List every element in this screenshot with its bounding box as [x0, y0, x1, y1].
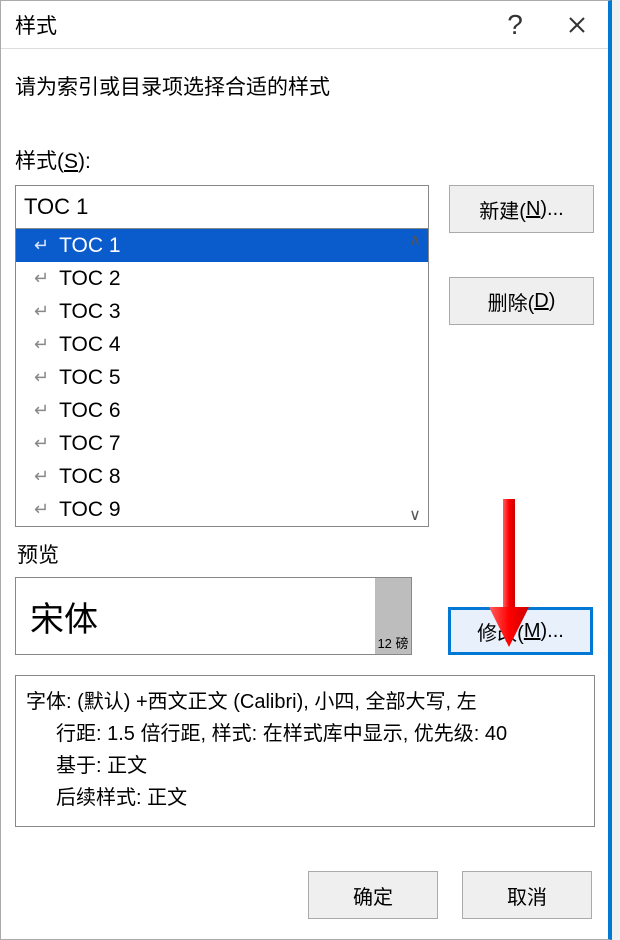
paragraph-icon: ↵ [34, 235, 49, 256]
list-item-label: TOC 3 [59, 300, 120, 324]
paragraph-icon: ↵ [34, 334, 49, 355]
paragraph-icon: ↵ [34, 367, 49, 388]
cancel-button[interactable]: 取消 [462, 871, 592, 919]
paragraph-icon: ↵ [34, 466, 49, 487]
desc-line-4: 后续样式: 正文 [26, 782, 580, 814]
modify-button[interactable]: 修改(M)... [448, 607, 593, 655]
list-item-label: TOC 5 [59, 366, 120, 390]
list-item-label: TOC 2 [59, 267, 120, 291]
paragraph-icon: ↵ [34, 400, 49, 421]
desc-line-1: 字体: (默认) +西文正文 (Calibri), 小四, 全部大写, 左 [26, 686, 580, 718]
styles-label: 样式(S): [15, 145, 594, 175]
preview-size-badge: 12 磅 [375, 578, 411, 654]
style-name-input[interactable] [15, 185, 429, 229]
style-dialog: 样式 ? 请为索引或目录项选择合适的样式 样式(S): ∧ ∨ ↵ TOC 1 ↵ T… [0, 0, 612, 940]
list-item[interactable]: ↵ TOC 1 [16, 229, 428, 262]
list-item-label: TOC 6 [59, 399, 120, 423]
new-button[interactable]: 新建(N)... [449, 185, 594, 233]
list-item-label: TOC 4 [59, 333, 120, 357]
list-item-label: TOC 8 [59, 465, 120, 489]
scroll-up-icon[interactable]: ∧ [402, 229, 428, 251]
desc-line-2: 行距: 1.5 倍行距, 样式: 在样式库中显示, 优先级: 40 [26, 718, 580, 750]
list-item[interactable]: ↵ TOC 6 [16, 394, 428, 427]
close-icon [568, 16, 586, 34]
dialog-footer: 确定 取消 [1, 853, 608, 939]
style-list[interactable]: ∧ ∨ ↵ TOC 1 ↵ TOC 2 ↵ TOC 3 ↵ TOC 4 ↵ TOC 5 ↵ TOC 6… [15, 229, 429, 527]
preview-box: 宋体 12 磅 [15, 577, 412, 655]
instruction-text: 请为索引或目录项选择合适的样式 [15, 71, 594, 101]
desc-line-3: 基于: 正文 [26, 750, 580, 782]
list-item-label: TOC 1 [59, 234, 120, 258]
list-item[interactable]: ↵ TOC 7 [16, 427, 428, 460]
list-item[interactable]: ↵ TOC 2 [16, 262, 428, 295]
paragraph-icon: ↵ [34, 499, 49, 520]
scroll-down-icon[interactable]: ∨ [402, 504, 428, 526]
list-item-label: TOC 7 [59, 432, 120, 456]
list-item[interactable]: ↵ TOC 4 [16, 328, 428, 361]
preview-font-name: 宋体 [30, 592, 98, 641]
help-button[interactable]: ? [484, 1, 546, 49]
scrollbar[interactable]: ∧ ∨ [402, 229, 428, 526]
list-item[interactable]: ↵ TOC 9 [16, 493, 428, 526]
list-item[interactable]: ↵ TOC 3 [16, 295, 428, 328]
list-item[interactable]: ↵ TOC 5 [16, 361, 428, 394]
preview-label: 预览 [17, 539, 594, 569]
ok-button[interactable]: 确定 [308, 871, 438, 919]
dialog-title: 样式 [15, 10, 484, 40]
titlebar: 样式 ? [1, 1, 608, 49]
list-item[interactable]: ↵ TOC 8 [16, 460, 428, 493]
delete-button[interactable]: 删除(D) [449, 277, 594, 325]
paragraph-icon: ↵ [34, 268, 49, 289]
style-description: 字体: (默认) +西文正文 (Calibri), 小四, 全部大写, 左 行距… [15, 675, 595, 827]
close-button[interactable] [546, 1, 608, 49]
paragraph-icon: ↵ [34, 301, 49, 322]
list-item-label: TOC 9 [59, 498, 120, 522]
paragraph-icon: ↵ [34, 433, 49, 454]
